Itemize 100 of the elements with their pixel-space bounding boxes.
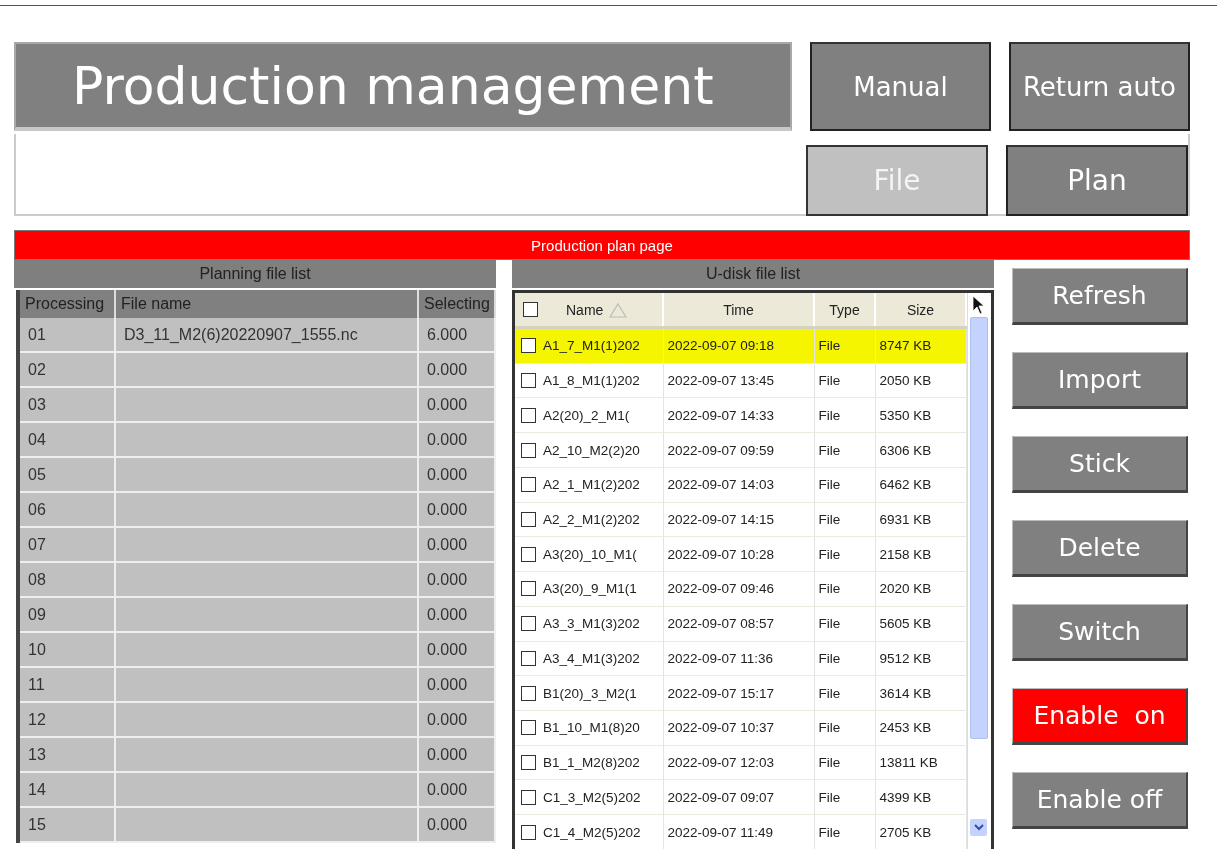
table-cell: 8747 KB (875, 327, 966, 364)
row-checkbox[interactable] (521, 789, 536, 805)
table-cell: File (814, 675, 875, 711)
table-cell: File (814, 467, 875, 503)
file-name: C1_3_M2(5)202 (543, 789, 641, 805)
page-banner: Production plan page (14, 230, 1190, 260)
row-checkbox[interactable] (521, 512, 536, 527)
table-cell: File (814, 502, 875, 537)
table-cell: 6931 KB (875, 502, 966, 537)
table-cell: File (814, 397, 875, 433)
table-cell: 6.000 (418, 318, 495, 352)
file-name: A2_1_M1(2)202 (543, 477, 640, 493)
tab[interactable]: Plan (1006, 145, 1188, 216)
column-header: Selecting (418, 290, 495, 318)
table-cell: 9512 KB (875, 641, 966, 676)
action-button[interactable]: Enable off (1012, 772, 1188, 829)
table-cell: 0.000 (418, 562, 495, 597)
column-header[interactable]: Name (566, 301, 604, 318)
table-cell: 12 (18, 702, 115, 737)
row-checkbox[interactable] (521, 442, 536, 458)
row-checkbox[interactable] (521, 407, 536, 423)
column-header[interactable]: Size (875, 293, 966, 328)
table-cell: 2022-09-07 11:36 (663, 641, 814, 676)
table-cell: 2022-09-07 14:03 (663, 467, 814, 503)
table-cell: 0.000 (418, 352, 495, 387)
action-button[interactable]: Import (1012, 352, 1188, 409)
row-checkbox[interactable] (521, 477, 536, 493)
table-cell: 2022-09-07 15:17 (663, 675, 814, 711)
table-cell: 5350 KB (875, 397, 966, 433)
action-button[interactable]: Stick (1012, 436, 1188, 493)
action-button[interactable]: Enable on (1012, 688, 1188, 745)
table-cell: File (814, 814, 875, 849)
table-cell: 03 (18, 387, 115, 422)
table-cell: 5605 KB (875, 606, 966, 641)
file-name: A2_2_M1(2)202 (543, 512, 640, 527)
column-header[interactable]: Time (663, 293, 814, 328)
scrollbar-thumb[interactable] (969, 317, 988, 739)
table-cell: 2022-09-07 09:18 (663, 327, 814, 364)
row-checkbox[interactable] (521, 824, 536, 840)
table-cell: 0.000 (418, 597, 495, 632)
table-cell: 0.000 (418, 772, 495, 807)
file-name: A3(20)_9_M1(1 (543, 581, 637, 597)
mode-button[interactable]: Return auto (1009, 42, 1190, 131)
table-cell: 06 (18, 492, 115, 527)
panel-title: U-disk file list (512, 260, 994, 290)
table-cell: File (814, 327, 875, 364)
row-checkbox[interactable] (521, 720, 536, 736)
sort-icon (609, 301, 628, 318)
table-cell: 0.000 (418, 807, 495, 842)
table-cell: File (814, 536, 875, 572)
action-button[interactable]: Refresh (1012, 268, 1188, 325)
table-cell: D3_11_M2(6)20220907_1555.nc (115, 318, 418, 352)
table-cell: 2022-09-07 10:28 (663, 536, 814, 572)
table-cell: 0.000 (418, 527, 495, 562)
panel-title: Planning file list (14, 260, 496, 290)
table-cell: File (814, 745, 875, 780)
file-name: A1_7_M1(1)202 (543, 338, 640, 354)
row-checkbox[interactable] (521, 338, 536, 354)
table-cell: File (814, 432, 875, 468)
table-cell: 2705 KB (875, 814, 966, 849)
table-cell: 11 (18, 667, 115, 702)
table-cell: 2022-09-07 09:07 (663, 779, 814, 815)
row-checkbox[interactable] (521, 755, 536, 770)
action-button[interactable]: Delete (1012, 520, 1188, 577)
table-cell: 13811 KB (875, 745, 966, 780)
table-cell: 2022-09-07 10:37 (663, 710, 814, 746)
table-cell: 2022-09-07 12:03 (663, 745, 814, 780)
scroll-down-button[interactable] (970, 819, 987, 836)
action-button[interactable]: Switch (1012, 604, 1188, 661)
table-cell: 4399 KB (875, 779, 966, 815)
row-checkbox[interactable] (521, 546, 536, 562)
table-cell: 0.000 (418, 457, 495, 492)
column-header: Processing (18, 290, 115, 318)
table-cell: 2022-09-07 14:15 (663, 502, 814, 537)
table-cell: File (814, 571, 875, 607)
table-cell: 2050 KB (875, 363, 966, 398)
table-cell: 0.000 (418, 737, 495, 772)
row-checkbox[interactable] (521, 616, 536, 632)
row-checkbox[interactable] (521, 650, 536, 666)
file-name: A3_3_M1(3)202 (543, 616, 640, 632)
file-name: B1_1_M2(8)202 (543, 755, 640, 770)
row-checkbox[interactable] (521, 373, 536, 389)
file-name: B1(20)_3_M2(1 (543, 685, 637, 701)
select-all-checkbox[interactable] (523, 302, 538, 317)
table-cell: 3614 KB (875, 675, 966, 711)
mode-button[interactable]: Manual (810, 42, 991, 131)
row-checkbox[interactable] (521, 581, 536, 597)
table-cell: 0.000 (418, 702, 495, 737)
table-cell: 0.000 (418, 492, 495, 527)
table-cell: 6462 KB (875, 467, 966, 503)
table-cell: 2020 KB (875, 571, 966, 607)
column-header[interactable]: Type (814, 293, 875, 328)
table-cell: File (814, 779, 875, 815)
table-cell: 2022-09-07 13:45 (663, 363, 814, 398)
column-header: File name (115, 290, 418, 318)
table-cell: 0.000 (418, 632, 495, 667)
table-cell: 6306 KB (875, 432, 966, 468)
row-checkbox[interactable] (521, 685, 536, 701)
table-cell: 2158 KB (875, 536, 966, 572)
table-cell: 10 (18, 632, 115, 667)
